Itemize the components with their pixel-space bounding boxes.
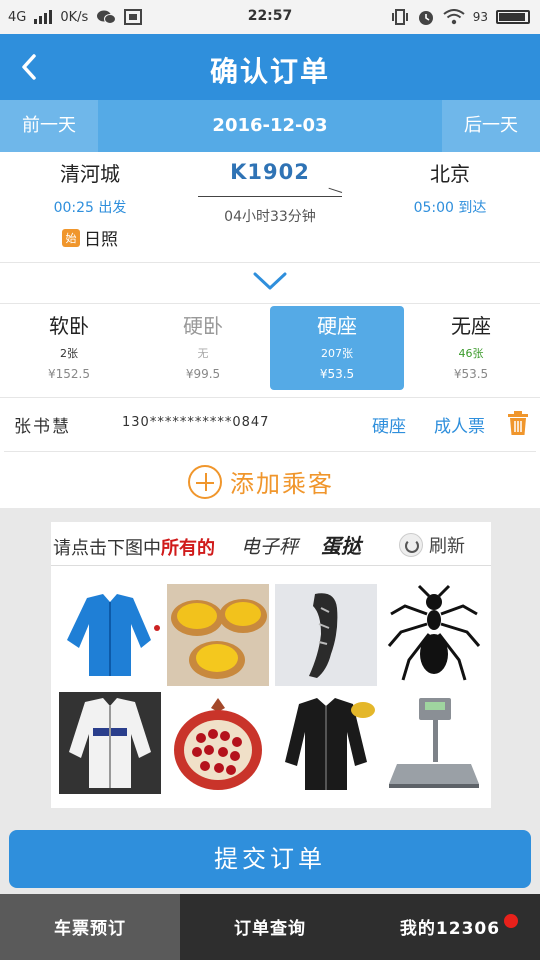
- train-number: K1902: [230, 160, 310, 184]
- seat-option-soft-sleeper[interactable]: 软卧 2张 ¥152.5: [2, 306, 136, 390]
- seat-count: 无: [197, 347, 209, 360]
- departure-city: 清河城: [60, 162, 120, 186]
- captcha-refresh-button[interactable]: 刷新: [399, 532, 465, 558]
- vibrate-icon: [391, 9, 408, 25]
- page-title: 确认订单: [209, 55, 330, 88]
- seat-name: 无座: [451, 314, 491, 338]
- seat-name: 硬座: [317, 314, 357, 338]
- prev-day-button[interactable]: 前一天: [0, 100, 98, 152]
- jacket-image: [59, 584, 161, 686]
- captcha-prompt: 请点击下图中所有的: [53, 538, 215, 559]
- seat-name: 软卧: [49, 314, 89, 338]
- passenger-seat-type[interactable]: 硬座: [372, 412, 406, 437]
- trash-icon[interactable]: [506, 410, 530, 436]
- plus-circle-icon: [188, 464, 222, 499]
- seat-price: ¥53.5: [453, 367, 489, 381]
- scale-image: [383, 692, 485, 794]
- bottom-nav: 车票预订 订单查询 我的12306: [0, 894, 540, 960]
- submit-order-button[interactable]: 提交订单: [9, 830, 531, 888]
- captcha-image-ant[interactable]: [383, 584, 485, 686]
- seat-price: ¥152.5: [48, 367, 90, 381]
- captcha-box: 请点击下图中所有的 电子秤 蛋挞 刷新: [51, 522, 491, 808]
- captcha-image-black-jacket[interactable]: [275, 692, 377, 794]
- captcha-image-jacket[interactable]: [59, 584, 161, 686]
- departure-time: 00:25 出发: [53, 200, 127, 216]
- seat-count: 46张: [458, 347, 484, 360]
- scarf-image: [275, 584, 377, 686]
- arrival-block: 北京 05:00 到达: [400, 158, 500, 217]
- next-day-button[interactable]: 后一天: [442, 100, 540, 152]
- seat-price: ¥53.5: [319, 367, 355, 381]
- white-jacket-image: [59, 692, 161, 794]
- refresh-icon: [399, 533, 423, 557]
- battery-level: 93: [472, 10, 488, 24]
- tab-ticket-booking[interactable]: 车票预订: [0, 894, 180, 960]
- departure-block: 清河城 00:25 出发 始 日照: [40, 158, 140, 250]
- train-info: 清河城 00:25 出发 始 日照 K1902 04小时33分钟 北京 05:0…: [0, 152, 540, 262]
- seat-option-no-seat[interactable]: 无座 46张 ¥53.5: [404, 306, 538, 390]
- alarm-icon: [418, 11, 433, 25]
- captcha-word-1: 电子秤: [241, 536, 299, 558]
- seat-option-hard-seat[interactable]: 硬座 207张 ¥53.5: [270, 306, 404, 390]
- captcha-area: 请点击下图中所有的 电子秤 蛋挞 刷新: [0, 508, 540, 824]
- arrival-time: 05:00 到达: [413, 200, 487, 216]
- chevron-down-icon[interactable]: [252, 270, 288, 292]
- captcha-header: 请点击下图中所有的 电子秤 蛋挞 刷新: [51, 522, 491, 566]
- submit-area: 提交订单: [0, 824, 540, 894]
- captcha-image-scale[interactable]: [383, 692, 485, 794]
- captcha-image-egg-tart[interactable]: [167, 584, 269, 686]
- arrival-city: 北京: [430, 162, 470, 186]
- seat-price: ¥99.5: [185, 367, 221, 381]
- origin-station: 始 日照: [40, 225, 140, 250]
- header-bar: 确认订单: [0, 34, 540, 100]
- passenger-row: 张书慧 130***********0847 硬座 成人票: [0, 398, 540, 452]
- origin-badge: 始: [62, 228, 80, 247]
- captcha-image-pomegranate[interactable]: [167, 692, 269, 794]
- passenger-phone: 130***********0847: [122, 415, 270, 430]
- add-passenger-row: 添加乘客: [0, 452, 540, 508]
- captcha-image-white-jacket[interactable]: [59, 692, 161, 794]
- seat-name: 硬卧: [183, 314, 223, 338]
- seat-count: 2张: [60, 347, 78, 360]
- notification-dot: [504, 914, 518, 928]
- route-arrow-icon: [190, 187, 350, 202]
- train-middle: K1902 04小时33分钟: [190, 160, 350, 226]
- passenger-name: 张书慧: [14, 417, 71, 437]
- captcha-image-scarf[interactable]: [275, 584, 377, 686]
- travel-date: 2016-12-03: [212, 115, 328, 136]
- seat-count: 207张: [321, 347, 353, 360]
- ant-image: [383, 584, 485, 686]
- add-passenger-label: 添加乘客: [230, 470, 334, 498]
- seat-option-hard-sleeper[interactable]: 硬卧 无 ¥99.5: [136, 306, 270, 390]
- captcha-word-2: 蛋挞: [321, 534, 361, 558]
- egg-tart-image: [167, 584, 269, 686]
- origin-station-name: 日照: [84, 230, 118, 250]
- pomegranate-image: [167, 692, 269, 794]
- status-bar: 4G 0K/s 22:57 93: [0, 0, 540, 34]
- divider: [0, 262, 540, 263]
- travel-duration: 04小时33分钟: [224, 209, 316, 225]
- tab-order-query[interactable]: 订单查询: [180, 894, 360, 960]
- black-jacket-image: [275, 692, 377, 794]
- seat-options: 软卧 2张 ¥152.5 硬卧 无 ¥99.5 硬座 207张 ¥53.5 无座…: [0, 304, 540, 398]
- passenger-ticket-type[interactable]: 成人票: [434, 412, 485, 437]
- refresh-label: 刷新: [429, 536, 465, 557]
- wifi-icon: [443, 9, 465, 25]
- date-bar: 前一天 2016-12-03 后一天: [0, 100, 540, 152]
- add-passenger-button[interactable]: 添加乘客: [188, 464, 334, 499]
- battery-icon: [496, 10, 530, 24]
